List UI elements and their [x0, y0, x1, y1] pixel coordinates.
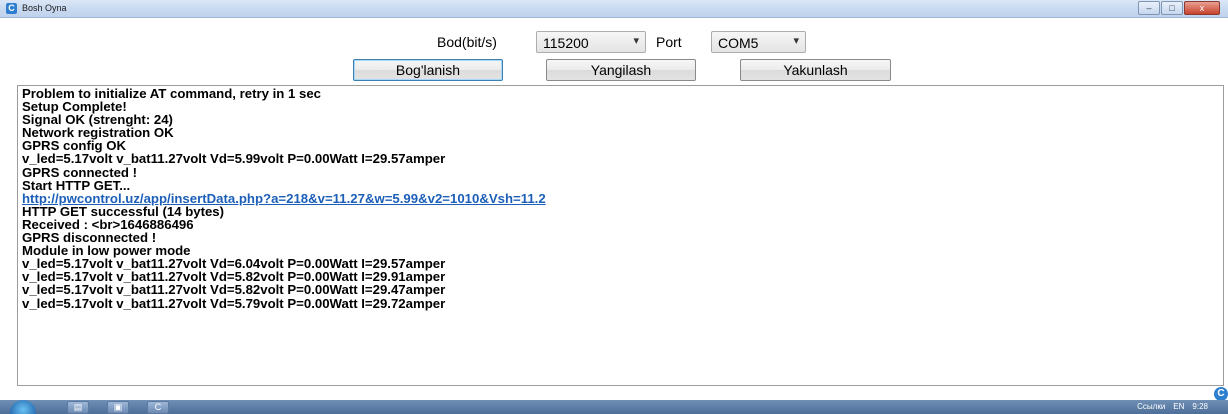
baud-label: Bod(bit/s) — [437, 34, 497, 50]
log-line: Network registration OK — [22, 125, 174, 141]
port-select[interactable]: COM5 ▾ — [711, 31, 806, 53]
title-bar: C Bosh Oyna – □ x — [0, 0, 1228, 18]
serial-log-output[interactable]: Problem to initialize AT command, retry … — [17, 85, 1224, 386]
log-line: GPRS connected ! — [22, 164, 138, 180]
connection-settings: Bod(bit/s) 115200 ▾ Port COM5 ▾ — [0, 31, 1228, 53]
close-button[interactable]: x — [1184, 1, 1220, 15]
minimize-button[interactable]: – — [1138, 1, 1160, 15]
window-controls: – □ x — [1137, 1, 1220, 16]
log-line: v_led=5.17volt v_bat11.27volt Vd=5.99vol… — [22, 151, 446, 167]
chevron-down-icon: ▾ — [793, 35, 799, 47]
tray-links[interactable]: Ссылки — [1137, 402, 1165, 411]
log-line: HTTP GET successful (14 bytes) — [22, 203, 225, 219]
window-title: Bosh Oyna — [22, 3, 67, 13]
log-line: v_led=5.17volt v_bat11.27volt Vd=5.82vol… — [22, 282, 446, 298]
taskbar: ▤ ▣ C Ссылки EN 9:28 — [0, 400, 1228, 414]
port-label: Port — [656, 34, 682, 50]
chevron-down-icon: ▾ — [633, 35, 639, 47]
log-line: Received : <br>1646886496 — [22, 216, 194, 232]
clock[interactable]: 9:28 — [1192, 402, 1208, 411]
log-line: GPRS disconnected ! — [22, 230, 157, 246]
baud-select[interactable]: 115200 ▾ — [536, 31, 646, 53]
log-line: Problem to initialize AT command, retry … — [22, 86, 321, 101]
taskbar-explorer-icon[interactable]: ▤ — [67, 401, 89, 414]
refresh-button[interactable]: Yangilash — [546, 59, 696, 81]
maximize-button[interactable]: □ — [1161, 1, 1183, 15]
log-line: v_led=5.17volt v_bat11.27volt Vd=5.79vol… — [22, 295, 446, 311]
log-line-link[interactable]: http://pwcontrol.uz/app/insertData.php?a… — [22, 192, 1219, 205]
taskbar-app-icon[interactable]: C — [147, 401, 169, 414]
taskbar-window-icon[interactable]: ▣ — [107, 401, 129, 414]
finish-button[interactable]: Yakunlash — [740, 59, 891, 81]
log-line: Signal OK (strenght: 24) — [22, 112, 173, 128]
connect-button[interactable]: Bog'lanish — [353, 59, 503, 81]
app-shortcut-icon[interactable]: C — [1214, 387, 1228, 401]
system-tray: Ссылки EN 9:28 — [1137, 402, 1208, 411]
baud-value: 115200 — [543, 35, 589, 51]
main-window: C Bosh Oyna – □ x Bod(bit/s) 115200 ▾ Po… — [0, 0, 1228, 396]
log-line: Start HTTP GET... — [22, 177, 131, 193]
app-icon: C — [6, 3, 17, 14]
language-indicator[interactable]: EN — [1173, 402, 1184, 411]
action-buttons: Bog'lanish Yangilash Yakunlash — [0, 59, 1228, 81]
port-value: COM5 — [718, 35, 759, 51]
log-line: Setup Complete! — [22, 99, 127, 115]
start-button[interactable] — [10, 400, 36, 414]
